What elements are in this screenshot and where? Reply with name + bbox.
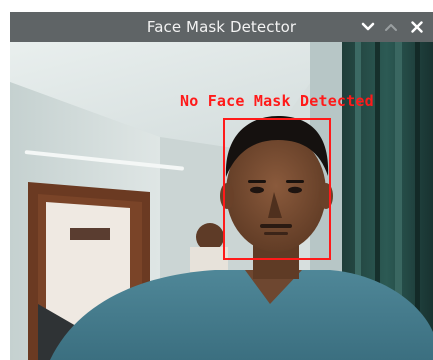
close-button[interactable] [406,12,428,42]
chevron-up-icon [385,24,397,31]
camera-feed: No Face Mask Detected [10,42,433,360]
face-bounding-box [223,118,331,260]
close-icon [411,21,423,33]
detection-label: No Face Mask Detected [180,92,374,110]
title-bar[interactable]: Face Mask Detector [10,12,433,42]
chevron-down-icon [361,22,375,31]
app-window: Face Mask Detector No Face Mask Detected [10,12,433,360]
minimize-button[interactable] [357,12,379,42]
camera-frame-image [10,42,433,360]
maximize-button[interactable] [380,12,402,42]
